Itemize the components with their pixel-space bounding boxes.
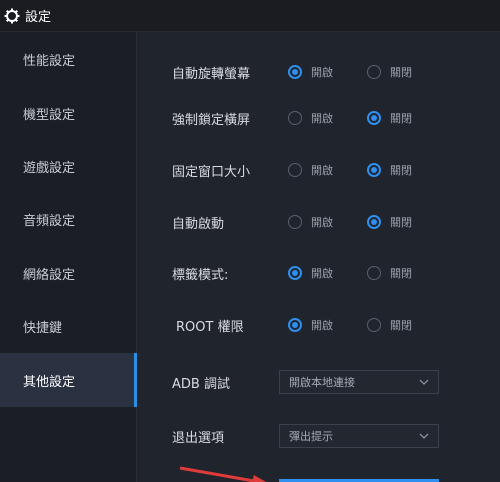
setting-label: 自動旋轉螢幕 [172,66,251,82]
setting-label: ROOT 權限 [176,319,244,335]
sidebar-item-label: 快捷鍵 [23,320,63,336]
setting-label: 退出選項 [172,430,225,446]
radio-label: 關閉 [390,66,412,79]
select-value: 彈出提示 [289,430,333,443]
chevron-down-icon [419,433,429,439]
setting-row-auto-start: 自動啟動 開啟 關閉 [138,207,500,237]
radio-label: 關閉 [390,216,412,229]
radio-label: 關閉 [390,267,412,280]
sidebar-item-label: 機型設定 [23,107,76,123]
settings-sidebar: 性能設定 機型設定 遊戲設定 音頻設定 網絡設定 快捷鍵 其他設定 [0,32,137,482]
sidebar-item-label: 其他設定 [23,374,76,390]
radio-open[interactable]: 開啟 [288,214,333,230]
radio-dot [367,163,381,177]
select-value: 開啟本地連接 [289,376,355,389]
sidebar-item-network[interactable]: 網絡設定 [0,246,137,300]
exit-select[interactable]: 彈出提示 [279,424,439,448]
radio-label: 開啟 [311,267,333,280]
radio-close[interactable]: 關閉 [367,265,412,281]
radio-dot [367,266,381,280]
radio-close[interactable]: 關閉 [367,64,412,80]
sidebar-item-other[interactable]: 其他設定 [0,353,137,407]
setting-row-exit: 退出選項 彈出提示 [138,421,500,451]
radio-open[interactable]: 開啟 [288,317,333,333]
setting-label: 自動啟動 [172,216,225,232]
setting-label: ADB 調試 [172,376,230,392]
radio-dot [288,111,302,125]
setting-row-adb: ADB 調試 開啟本地連接 [138,367,500,397]
sidebar-item-label: 遊戲設定 [23,160,76,176]
setting-row-tab-mode: 標籤模式: 開啟 關閉 [138,258,500,288]
radio-label: 開啟 [311,66,333,79]
radio-label: 關閉 [390,112,412,125]
radio-dot [288,65,302,79]
radio-dot [288,163,302,177]
radio-dot [367,111,381,125]
radio-dot [367,215,381,229]
sidebar-item-performance[interactable]: 性能設定 [0,32,137,86]
radio-open[interactable]: 開啟 [288,110,333,126]
setting-label: 固定窗口大小 [172,164,251,180]
radio-label: 開啟 [311,164,333,177]
radio-label: 關閉 [390,319,412,332]
setting-label: 強制鎖定橫屏 [172,112,251,128]
sidebar-item-shortcuts[interactable]: 快捷鍵 [0,299,137,353]
window-title: 設定 [25,10,52,25]
sidebar-item-label: 音頻設定 [23,213,76,229]
radio-label: 關閉 [390,164,412,177]
radio-open[interactable]: 開啟 [288,162,333,178]
radio-open[interactable]: 開啟 [288,265,333,281]
radio-close[interactable]: 關閉 [367,162,412,178]
chevron-down-icon [419,379,429,385]
radio-open[interactable]: 開啟 [288,64,333,80]
settings-panel: 自動旋轉螢幕 開啟 關閉 強制鎖定橫屏 開啟 關閉 固定窗口大小 開啟 關閉 自… [138,32,500,482]
radio-dot [367,318,381,332]
adb-select[interactable]: 開啟本地連接 [279,370,439,394]
setting-row-fixed-window-size: 固定窗口大小 開啟 關閉 [138,155,500,185]
radio-label: 開啟 [311,319,333,332]
radio-dot [288,266,302,280]
setting-row-force-landscape: 強制鎖定橫屏 開啟 關閉 [138,103,500,133]
setting-row-auto-rotate: 自動旋轉螢幕 開啟 關閉 [138,57,500,87]
radio-dot [367,65,381,79]
sidebar-item-label: 性能設定 [23,53,76,69]
sidebar-item-game[interactable]: 遊戲設定 [0,139,137,193]
title-bar: 設定 [0,0,500,32]
sidebar-item-audio[interactable]: 音頻設定 [0,192,137,246]
radio-label: 開啟 [311,216,333,229]
radio-close[interactable]: 關閉 [367,110,412,126]
radio-close[interactable]: 關閉 [367,317,412,333]
radio-dot [288,215,302,229]
radio-close[interactable]: 關閉 [367,214,412,230]
sidebar-item-device-model[interactable]: 機型設定 [0,86,137,140]
radio-dot [288,318,302,332]
annotation-arrow-icon [179,466,266,482]
gear-icon [4,8,20,23]
setting-row-root: ROOT 權限 開啟 關閉 [138,310,500,340]
setting-label: 標籤模式: [172,267,229,283]
radio-label: 開啟 [311,112,333,125]
sidebar-item-label: 網絡設定 [23,267,76,283]
